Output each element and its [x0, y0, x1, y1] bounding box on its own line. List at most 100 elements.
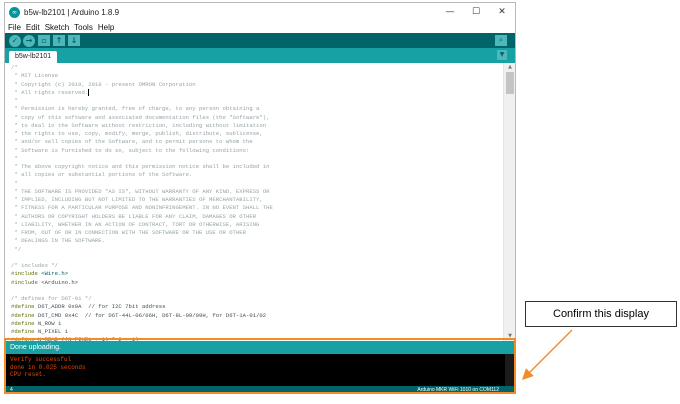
code-token: * Permission is hereby granted, free of …: [11, 105, 260, 113]
code-token: // for D6T-44L-06/06H, D6T-8L-09/09H, fo…: [78, 311, 267, 319]
menu-edit[interactable]: Edit: [26, 23, 40, 32]
code-line: */: [11, 246, 499, 254]
serial-monitor-icon[interactable]: ⌕: [495, 35, 507, 46]
code-line: * FITNESS FOR A PARTICULAR PURPOSE AND N…: [11, 204, 499, 212]
callout-label: Confirm this display: [525, 301, 677, 327]
code-line: #define N_PIXEL 1: [11, 328, 499, 336]
code-token: // for I2C 7bit address: [81, 303, 166, 311]
code-token: */: [11, 245, 22, 253]
code-token: * AUTHORS OR COPYRIGHT HOLDERS BE LIABLE…: [11, 212, 257, 220]
code-token: * the rights to use, copy, modify, merge…: [11, 130, 263, 137]
code-token: * Software is furnished to do so, subjec…: [11, 146, 250, 154]
footer-bar: 4 Arduino MKR WiFi 1010 on COM112: [5, 386, 515, 393]
code-line: * FROM, OUT OF OR IN CONNECTION WITH THE…: [11, 229, 499, 237]
code-token: N_PIXEL 1: [37, 328, 69, 335]
tab-menu-icon[interactable]: ▼: [497, 50, 507, 60]
code-line: *: [11, 97, 499, 105]
code-token: * All rights reserved.: [11, 88, 89, 96]
new-sketch-icon[interactable]: ▫: [38, 35, 50, 46]
menu-bar: File Edit Sketch Tools Help: [5, 21, 515, 33]
code-token: * Copyright (c) 2019, 2018 - present OMR…: [11, 80, 196, 88]
code-token: N_ROW 1: [37, 319, 62, 327]
code-token: *: [11, 154, 18, 162]
text-cursor: [88, 88, 90, 96]
open-sketch-icon[interactable]: ↑: [53, 35, 65, 46]
code-token: *: [11, 97, 18, 104]
code-line: * Software is furnished to do so, subjec…: [11, 147, 499, 155]
editor-scrollbar[interactable]: ▲ ▼: [503, 63, 515, 341]
code-token: * LIABILITY, WHETHER IN AN ACTION OF CON…: [11, 220, 260, 228]
code-token: * The above copyright notice and this pe…: [11, 163, 270, 170]
tab-bar: b5w-lb2101 ▼: [5, 48, 515, 63]
code-line: * Permission is hereby granted, free of …: [11, 105, 499, 113]
code-line: #include <Arduino.h>: [11, 279, 499, 287]
scroll-down-icon[interactable]: ▼: [504, 332, 515, 341]
code-editor[interactable]: /* * MIT License * Copyright (c) 2019, 2…: [5, 63, 515, 341]
toolbar: ✓ → ▫ ↑ ↓ ⌕: [5, 33, 515, 48]
console-line: CPU reset.: [10, 371, 47, 378]
code-token: #include: [11, 270, 42, 278]
arduino-logo-icon: ∞: [9, 6, 20, 18]
code-line: * DEALINGS IN THE SOFTWARE.: [11, 237, 499, 245]
arduino-ide-window: ∞ b5w-lb2101 | Arduino 1.8.9 — ☐ ✕ File …: [4, 2, 516, 394]
window-title: b5w-lb2101 | Arduino 1.8.9: [24, 7, 120, 17]
console-line: done in 0.025 seconds: [10, 363, 86, 371]
code-token: * DEALINGS IN THE SOFTWARE.: [11, 237, 105, 245]
code-line: * IMPLIED, INCLUDING BUT NOT LIMITED TO …: [11, 196, 499, 204]
menu-sketch[interactable]: Sketch: [45, 23, 69, 32]
code-token: #include: [11, 278, 42, 286]
maximize-button[interactable]: ☐: [463, 3, 489, 21]
menu-file[interactable]: File: [8, 23, 21, 32]
verify-icon[interactable]: ✓: [9, 34, 21, 47]
save-sketch-icon[interactable]: ↓: [68, 35, 80, 46]
line-number: 4: [10, 387, 13, 393]
upload-icon[interactable]: →: [23, 34, 35, 47]
code-token: * THE SOFTWARE IS PROVIDED "AS IS", WITH…: [11, 187, 270, 195]
console-scrollbar[interactable]: [505, 354, 515, 386]
code-line: * the rights to use, copy, modify, merge…: [11, 130, 499, 138]
code-token: * FITNESS FOR A PARTICULAR PURPOSE AND N…: [11, 204, 273, 212]
code-line: /* includes */: [11, 262, 499, 270]
code-token: * FROM, OUT OF OR IN CONNECTION WITH THE…: [11, 229, 246, 236]
code-line: * THE SOFTWARE IS PROVIDED "AS IS", WITH…: [11, 188, 499, 196]
code-token: * copy of this software and associated d…: [11, 113, 270, 121]
status-message: Done uploading.: [10, 344, 61, 351]
code-token: D6T_CMD 0x4C: [37, 311, 79, 319]
code-token: #define: [11, 319, 38, 327]
title-bar: ∞ b5w-lb2101 | Arduino 1.8.9 — ☐ ✕: [5, 3, 515, 21]
code-line: * All rights reserved.: [11, 89, 499, 97]
code-line: * copy of this software and associated d…: [11, 114, 499, 122]
code-token: * to deal in the Software without restri…: [11, 121, 267, 129]
code-line: /*: [11, 64, 499, 72]
tab-sketch[interactable]: b5w-lb2101: [9, 51, 58, 63]
code-token: /*: [11, 64, 18, 71]
code-line: #define D6T_ADDR 0x0A // for I2C 7bit ad…: [11, 303, 499, 311]
menu-tools[interactable]: Tools: [74, 23, 93, 32]
menu-help[interactable]: Help: [98, 23, 114, 32]
code-token: /* includes */: [11, 262, 58, 269]
code-token: #define: [11, 311, 38, 319]
code-token: <Wire.h>: [41, 270, 69, 278]
code-line: * Copyright (c) 2019, 2018 - present OMR…: [11, 81, 499, 89]
code-area[interactable]: /* * MIT License * Copyright (c) 2019, 2…: [11, 64, 499, 341]
code-line: #include <Wire.h>: [11, 270, 499, 278]
code-line: *: [11, 155, 499, 163]
scroll-up-icon[interactable]: ▲: [504, 63, 515, 72]
board-info: Arduino MKR WiFi 1010 on COM112: [417, 387, 499, 393]
code-line: #define D6T_CMD 0x4C // for D6T-44L-06/0…: [11, 312, 499, 320]
console-line: Verify successful: [10, 356, 72, 363]
code-line: /* defines for D6T-01 */: [11, 295, 499, 303]
code-token: /* defines for D6T-01 */: [11, 295, 92, 302]
status-bar: Done uploading.: [5, 341, 515, 354]
close-button[interactable]: ✕: [489, 3, 515, 21]
code-line: *: [11, 180, 499, 188]
code-line: * AUTHORS OR COPYRIGHT HOLDERS BE LIABLE…: [11, 213, 499, 221]
code-line: * to deal in the Software without restri…: [11, 122, 499, 130]
window-controls: — ☐ ✕: [437, 3, 515, 21]
code-token: <Arduino.h>: [41, 278, 79, 286]
code-token: #define: [11, 303, 38, 311]
minimize-button[interactable]: —: [437, 3, 463, 21]
scrollbar-thumb[interactable]: [506, 72, 514, 94]
